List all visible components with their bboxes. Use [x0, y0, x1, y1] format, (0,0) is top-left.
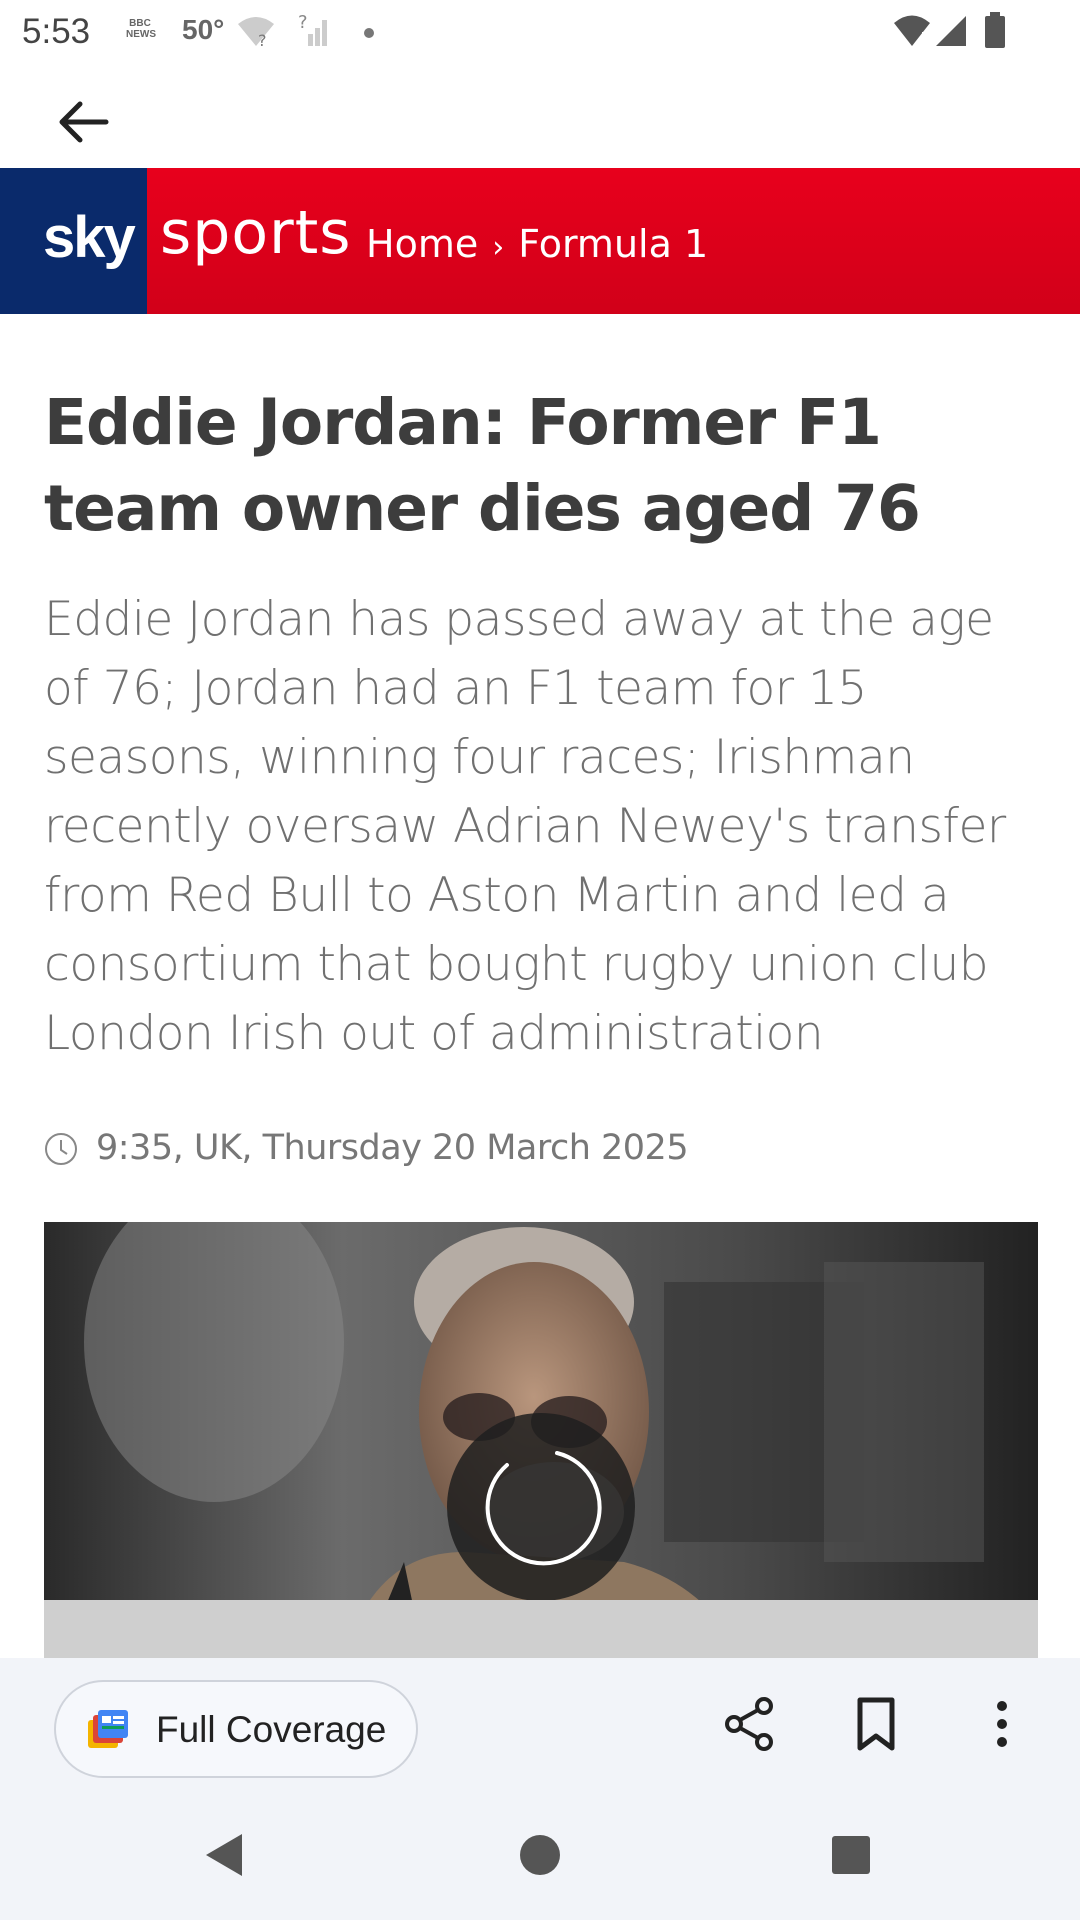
- bookmark-icon[interactable]: [846, 1694, 906, 1754]
- full-coverage-label: Full Coverage: [156, 1709, 387, 1750]
- status-time: 5:53: [22, 12, 91, 51]
- breadcrumb: Home › Formula 1: [366, 222, 708, 266]
- wifi-icon: [894, 15, 930, 46]
- system-nav-bar: [0, 1790, 1080, 1920]
- app-bar: [0, 64, 1080, 168]
- spinner-arc-icon: [485, 1451, 602, 1566]
- more-vert-icon[interactable]: [972, 1694, 1032, 1754]
- svg-text:?: ?: [258, 31, 267, 48]
- temperature-label: 50°: [182, 14, 225, 45]
- sky-sports-banner[interactable]: sky sports Home › Formula 1: [0, 168, 1080, 314]
- home-circle-icon[interactable]: [515, 1830, 565, 1880]
- notification-dot-icon: [364, 28, 374, 38]
- full-coverage-icon: [88, 1710, 128, 1748]
- timestamp-text: 9:35, UK, Thursday 20 March 2025: [96, 1128, 689, 1168]
- full-coverage-button[interactable]: Full Coverage: [54, 1680, 418, 1778]
- svg-text:?: ?: [298, 12, 308, 33]
- back-triangle-icon[interactable]: [200, 1830, 250, 1880]
- bbc-news-icon: BBC NEWS: [126, 18, 156, 40]
- image-caption-strip: [44, 1600, 1038, 1658]
- article-headline: Eddie Jordan: Former F1 team owner dies …: [44, 386, 921, 545]
- signal-unknown-icon: ?: [298, 12, 327, 46]
- article-summary: Eddie Jordan has passed away at the age …: [44, 592, 1006, 1061]
- loading-spinner: [447, 1413, 635, 1601]
- breadcrumb-separator: ›: [492, 230, 505, 265]
- wifi-unknown-icon: ?: [238, 17, 274, 48]
- breadcrumb-formula-1[interactable]: Formula 1: [518, 222, 708, 266]
- recents-square-icon[interactable]: [826, 1830, 876, 1880]
- share-icon[interactable]: [720, 1694, 780, 1754]
- status-bar: 5:53 BBC NEWS 50° ? ?: [0, 0, 1080, 64]
- signal-icon: [936, 16, 966, 46]
- battery-icon: [985, 12, 1005, 48]
- bottom-action-bar: Full Coverage: [0, 1658, 1080, 1790]
- sky-logo-text: sky: [43, 205, 136, 270]
- breadcrumb-home[interactable]: Home: [366, 222, 478, 266]
- clock-icon: [45, 1133, 77, 1165]
- arrow-left-icon[interactable]: [50, 88, 118, 156]
- sports-logo-text: sports: [160, 198, 352, 268]
- sky-logo: sky: [0, 168, 147, 314]
